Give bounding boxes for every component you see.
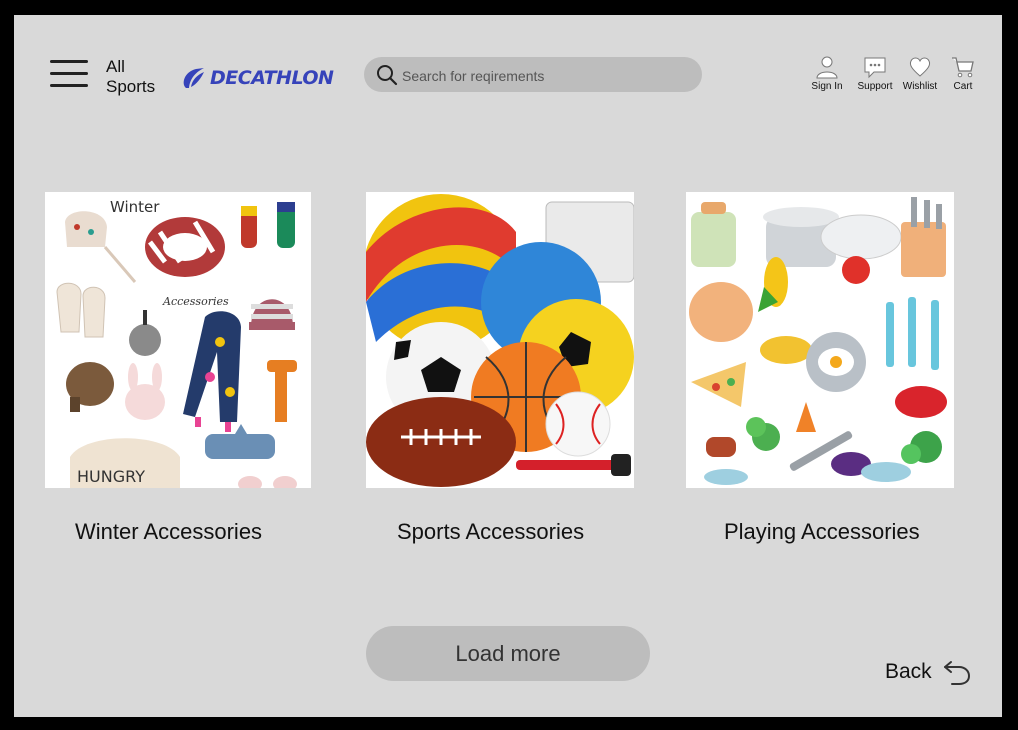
cart-button[interactable]: Cart <box>940 55 986 92</box>
sweater-print-text: HUNGRY <box>77 467 145 486</box>
all-sports-link[interactable]: All Sports <box>106 57 155 97</box>
cart-icon <box>952 57 974 78</box>
winter-accessories-title[interactable]: Winter Accessories <box>75 519 262 545</box>
wishlist-button[interactable]: Wishlist <box>897 55 943 92</box>
decathlon-swoosh-icon <box>183 68 204 88</box>
hamburger-menu-icon[interactable] <box>50 60 88 88</box>
user-icon <box>816 56 838 79</box>
toy-kitchen-graphic <box>686 192 954 488</box>
category-card-winter[interactable]: Winter Accessories HUNGRY Winter Accesso… <box>45 192 311 544</box>
undo-arrow-icon <box>943 661 970 685</box>
sports-balls-graphic <box>366 192 634 488</box>
load-more-button[interactable]: Load more <box>366 626 650 681</box>
app-screen: All Sports DECATHLON Sign In <box>14 15 1002 717</box>
all-sports-line-1: All <box>106 57 125 76</box>
support-button[interactable]: Support <box>852 55 898 92</box>
winter-accessories-image[interactable]: Winter Accessories HUNGRY <box>45 192 311 488</box>
playing-accessories-title[interactable]: Playing Accessories <box>724 519 920 545</box>
decathlon-logo[interactable]: DECATHLON <box>180 65 334 91</box>
winter-collage-graphic: Winter Accessories HUNGRY <box>45 192 311 488</box>
chat-bubble-icon <box>864 57 886 79</box>
search-bar[interactable] <box>364 57 702 94</box>
category-card-playing[interactable]: Playing Accessories <box>686 192 954 544</box>
category-card-sports[interactable]: Sports Accessories <box>366 192 634 544</box>
support-label: Support <box>857 81 893 92</box>
winter-image-text: Winter <box>110 198 160 216</box>
wishlist-label: Wishlist <box>902 81 938 92</box>
search-icon <box>377 65 398 86</box>
sign-in-button[interactable]: Sign In <box>804 55 850 92</box>
accessories-image-text: Accessories <box>162 295 229 308</box>
cart-label: Cart <box>953 81 973 92</box>
heart-icon <box>909 57 931 77</box>
sign-in-label: Sign In <box>811 81 843 92</box>
sports-accessories-title[interactable]: Sports Accessories <box>397 519 584 545</box>
playing-accessories-image[interactable] <box>686 192 954 488</box>
all-sports-line-2: Sports <box>106 77 156 96</box>
brand-name: DECATHLON <box>210 67 334 89</box>
back-label: Back <box>885 660 932 683</box>
sports-accessories-image[interactable] <box>366 192 634 488</box>
search-input[interactable] <box>400 57 694 94</box>
back-button[interactable]: Back <box>885 658 972 686</box>
